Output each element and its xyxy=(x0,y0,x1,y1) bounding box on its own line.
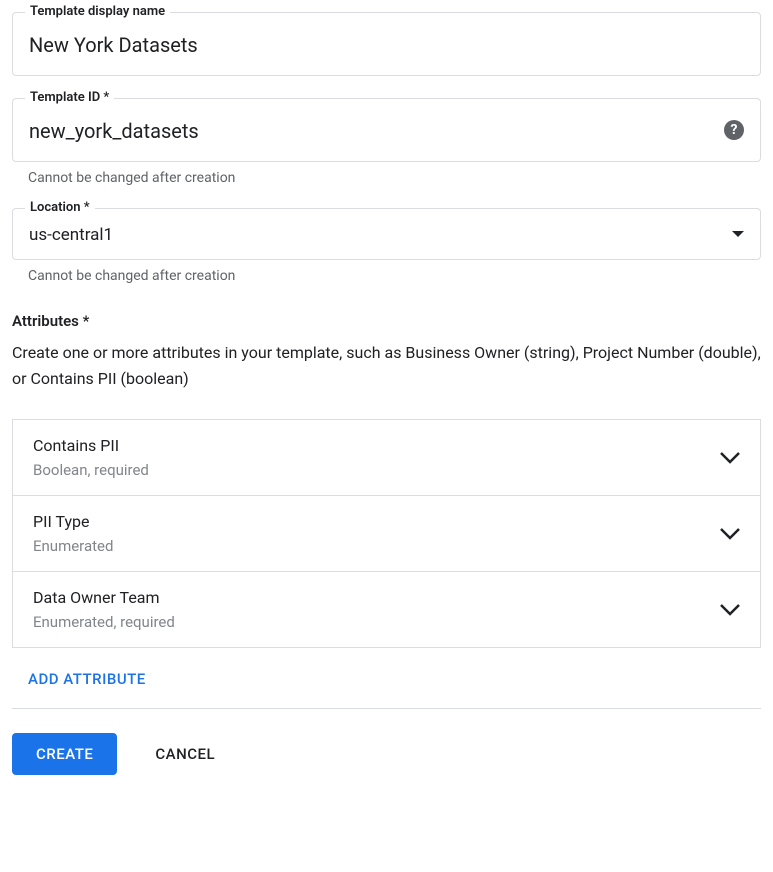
attribute-text: Data Owner Team Enumerated, required xyxy=(33,588,720,631)
template-id-label: Template ID * xyxy=(25,90,114,105)
create-button[interactable]: CREATE xyxy=(12,733,117,775)
template-id-helper: Cannot be changed after creation xyxy=(28,170,761,186)
chevron-down-icon xyxy=(720,528,740,540)
attributes-heading: Attributes * xyxy=(12,312,761,330)
attribute-name: PII Type xyxy=(33,512,720,531)
divider xyxy=(12,708,761,709)
display-name-label: Template display name xyxy=(25,4,170,19)
display-name-input-wrapper: Template display name xyxy=(12,12,761,76)
help-icon[interactable]: ? xyxy=(724,120,744,140)
location-field: Location * us-central1 Cannot be changed… xyxy=(12,208,761,284)
attribute-type: Boolean, required xyxy=(33,461,720,479)
attribute-text: PII Type Enumerated xyxy=(33,512,720,555)
dropdown-icon xyxy=(732,231,744,237)
location-label: Location * xyxy=(25,200,95,215)
attributes-description: Create one or more attributes in your te… xyxy=(12,340,761,391)
attribute-type: Enumerated xyxy=(33,537,720,555)
add-attribute-button[interactable]: ADD ATTRIBUTE xyxy=(12,648,162,708)
template-id-input-wrapper: Template ID * ? xyxy=(12,98,761,162)
attribute-row[interactable]: PII Type Enumerated xyxy=(13,496,760,572)
attribute-name: Contains PII xyxy=(33,436,720,455)
action-row: CREATE CANCEL xyxy=(12,733,761,775)
attribute-name: Data Owner Team xyxy=(33,588,720,607)
attribute-text: Contains PII Boolean, required xyxy=(33,436,720,479)
display-name-field: Template display name xyxy=(12,12,761,76)
template-id-field: Template ID * ? Cannot be changed after … xyxy=(12,98,761,186)
cancel-button[interactable]: CANCEL xyxy=(149,744,221,764)
location-select: us-central1 xyxy=(13,209,732,259)
chevron-down-icon xyxy=(720,452,740,464)
chevron-down-icon xyxy=(720,604,740,616)
display-name-input[interactable] xyxy=(13,13,760,75)
attributes-list: Contains PII Boolean, required PII Type … xyxy=(12,419,761,648)
template-id-input[interactable] xyxy=(13,99,724,161)
location-select-wrapper[interactable]: Location * us-central1 xyxy=(12,208,761,260)
attribute-row[interactable]: Data Owner Team Enumerated, required xyxy=(13,572,760,647)
attribute-row[interactable]: Contains PII Boolean, required xyxy=(13,420,760,496)
location-helper: Cannot be changed after creation xyxy=(28,268,761,284)
attribute-type: Enumerated, required xyxy=(33,613,720,631)
